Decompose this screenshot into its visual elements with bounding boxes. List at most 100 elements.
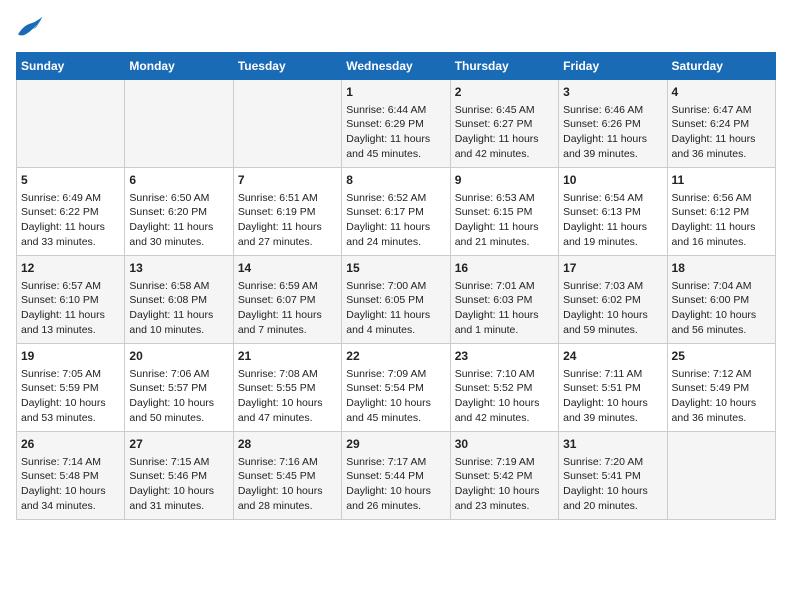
calendar-cell: 3 Sunrise: 6:46 AMSunset: 6:26 PMDaylight… <box>559 80 667 168</box>
day-info: Sunrise: 7:20 AM <box>563 455 662 470</box>
day-number: 22 <box>346 348 445 365</box>
day-info: Sunrise: 7:03 AM <box>563 279 662 294</box>
day-info: Daylight: 11 hours and 39 minutes. <box>563 132 662 161</box>
day-info: Sunrise: 6:45 AM <box>455 103 554 118</box>
day-info: Sunset: 6:26 PM <box>563 117 662 132</box>
day-info: Sunset: 5:46 PM <box>129 469 228 484</box>
day-info: Sunrise: 7:16 AM <box>238 455 337 470</box>
day-info: Sunset: 5:45 PM <box>238 469 337 484</box>
day-info: Sunset: 6:10 PM <box>21 293 120 308</box>
day-number: 30 <box>455 436 554 453</box>
calendar-cell: 11Sunrise: 6:56 AMSunset: 6:12 PMDayligh… <box>667 168 775 256</box>
day-info: Sunset: 6:12 PM <box>672 205 771 220</box>
calendar-cell: 7Sunrise: 6:51 AMSunset: 6:19 PMDaylight… <box>233 168 341 256</box>
day-info: Sunrise: 6:56 AM <box>672 191 771 206</box>
day-number: 6 <box>129 172 228 189</box>
calendar-cell: 23Sunrise: 7:10 AMSunset: 5:52 PMDayligh… <box>450 344 558 432</box>
day-info: Sunrise: 7:06 AM <box>129 367 228 382</box>
day-info: Daylight: 10 hours and 53 minutes. <box>21 396 120 425</box>
day-number: 2 <box>455 84 554 101</box>
day-info: Sunset: 6:02 PM <box>563 293 662 308</box>
day-info: Sunrise: 7:08 AM <box>238 367 337 382</box>
day-info: Sunrise: 6:57 AM <box>21 279 120 294</box>
day-info: Daylight: 11 hours and 45 minutes. <box>346 132 445 161</box>
day-number: 21 <box>238 348 337 365</box>
day-info: Daylight: 11 hours and 30 minutes. <box>129 220 228 249</box>
calendar-header-tuesday: Tuesday <box>233 53 341 80</box>
calendar-cell: 22Sunrise: 7:09 AMSunset: 5:54 PMDayligh… <box>342 344 450 432</box>
day-info: Daylight: 10 hours and 42 minutes. <box>455 396 554 425</box>
day-info: Sunrise: 7:04 AM <box>672 279 771 294</box>
calendar-cell: 16Sunrise: 7:01 AMSunset: 6:03 PMDayligh… <box>450 256 558 344</box>
day-info: Sunset: 5:42 PM <box>455 469 554 484</box>
logo-bird-icon <box>16 16 44 40</box>
day-info: Daylight: 10 hours and 56 minutes. <box>672 308 771 337</box>
day-info: Sunrise: 6:59 AM <box>238 279 337 294</box>
day-info: Sunset: 5:57 PM <box>129 381 228 396</box>
day-number: 24 <box>563 348 662 365</box>
day-info: Daylight: 11 hours and 10 minutes. <box>129 308 228 337</box>
logo <box>16 16 48 40</box>
day-info: Sunrise: 6:54 AM <box>563 191 662 206</box>
calendar-cell: 5Sunrise: 6:49 AMSunset: 6:22 PMDaylight… <box>17 168 125 256</box>
day-info: Sunset: 5:41 PM <box>563 469 662 484</box>
day-info: Sunset: 5:59 PM <box>21 381 120 396</box>
calendar-cell: 2 Sunrise: 6:45 AMSunset: 6:27 PMDaylight… <box>450 80 558 168</box>
day-info: Daylight: 11 hours and 4 minutes. <box>346 308 445 337</box>
day-info: Daylight: 11 hours and 27 minutes. <box>238 220 337 249</box>
calendar-cell <box>233 80 341 168</box>
calendar-header-row: SundayMondayTuesdayWednesdayThursdayFrid… <box>17 53 776 80</box>
calendar-cell: 25Sunrise: 7:12 AMSunset: 5:49 PMDayligh… <box>667 344 775 432</box>
calendar-header-wednesday: Wednesday <box>342 53 450 80</box>
day-info: Sunrise: 7:09 AM <box>346 367 445 382</box>
day-info: Sunrise: 6:44 AM <box>346 103 445 118</box>
day-number: 13 <box>129 260 228 277</box>
day-info: Sunset: 5:48 PM <box>21 469 120 484</box>
calendar-cell: 9Sunrise: 6:53 AMSunset: 6:15 PMDaylight… <box>450 168 558 256</box>
day-number: 11 <box>672 172 771 189</box>
day-number: 12 <box>21 260 120 277</box>
calendar-table: SundayMondayTuesdayWednesdayThursdayFrid… <box>16 52 776 520</box>
day-info: Daylight: 10 hours and 26 minutes. <box>346 484 445 513</box>
calendar-cell: 13Sunrise: 6:58 AMSunset: 6:08 PMDayligh… <box>125 256 233 344</box>
day-info: Sunset: 6:13 PM <box>563 205 662 220</box>
day-info: Sunrise: 6:50 AM <box>129 191 228 206</box>
day-info: Daylight: 11 hours and 42 minutes. <box>455 132 554 161</box>
day-number: 20 <box>129 348 228 365</box>
day-info: Sunrise: 6:53 AM <box>455 191 554 206</box>
day-info: Sunrise: 7:00 AM <box>346 279 445 294</box>
day-number: 3 <box>563 84 662 101</box>
calendar-cell: 29Sunrise: 7:17 AMSunset: 5:44 PMDayligh… <box>342 432 450 520</box>
day-info: Sunrise: 7:19 AM <box>455 455 554 470</box>
day-number: 28 <box>238 436 337 453</box>
day-info: Sunset: 6:17 PM <box>346 205 445 220</box>
calendar-header-monday: Monday <box>125 53 233 80</box>
day-number: 26 <box>21 436 120 453</box>
day-info: Sunset: 5:51 PM <box>563 381 662 396</box>
day-info: Sunset: 6:22 PM <box>21 205 120 220</box>
day-info: Sunset: 6:24 PM <box>672 117 771 132</box>
day-number: 10 <box>563 172 662 189</box>
calendar-header-thursday: Thursday <box>450 53 558 80</box>
day-number: 23 <box>455 348 554 365</box>
calendar-cell: 12Sunrise: 6:57 AMSunset: 6:10 PMDayligh… <box>17 256 125 344</box>
day-info: Sunset: 5:44 PM <box>346 469 445 484</box>
day-info: Sunrise: 7:01 AM <box>455 279 554 294</box>
calendar-cell <box>17 80 125 168</box>
calendar-cell: 17Sunrise: 7:03 AMSunset: 6:02 PMDayligh… <box>559 256 667 344</box>
calendar-cell <box>125 80 233 168</box>
day-info: Sunset: 5:49 PM <box>672 381 771 396</box>
day-info: Daylight: 10 hours and 45 minutes. <box>346 396 445 425</box>
page-header <box>16 16 776 40</box>
day-info: Sunrise: 6:47 AM <box>672 103 771 118</box>
day-info: Sunset: 6:27 PM <box>455 117 554 132</box>
calendar-cell <box>667 432 775 520</box>
day-info: Sunset: 6:15 PM <box>455 205 554 220</box>
calendar-cell: 26Sunrise: 7:14 AMSunset: 5:48 PMDayligh… <box>17 432 125 520</box>
day-info: Sunrise: 6:46 AM <box>563 103 662 118</box>
day-number: 19 <box>21 348 120 365</box>
day-number: 27 <box>129 436 228 453</box>
calendar-cell: 28Sunrise: 7:16 AMSunset: 5:45 PMDayligh… <box>233 432 341 520</box>
day-info: Daylight: 11 hours and 21 minutes. <box>455 220 554 249</box>
calendar-cell: 30Sunrise: 7:19 AMSunset: 5:42 PMDayligh… <box>450 432 558 520</box>
